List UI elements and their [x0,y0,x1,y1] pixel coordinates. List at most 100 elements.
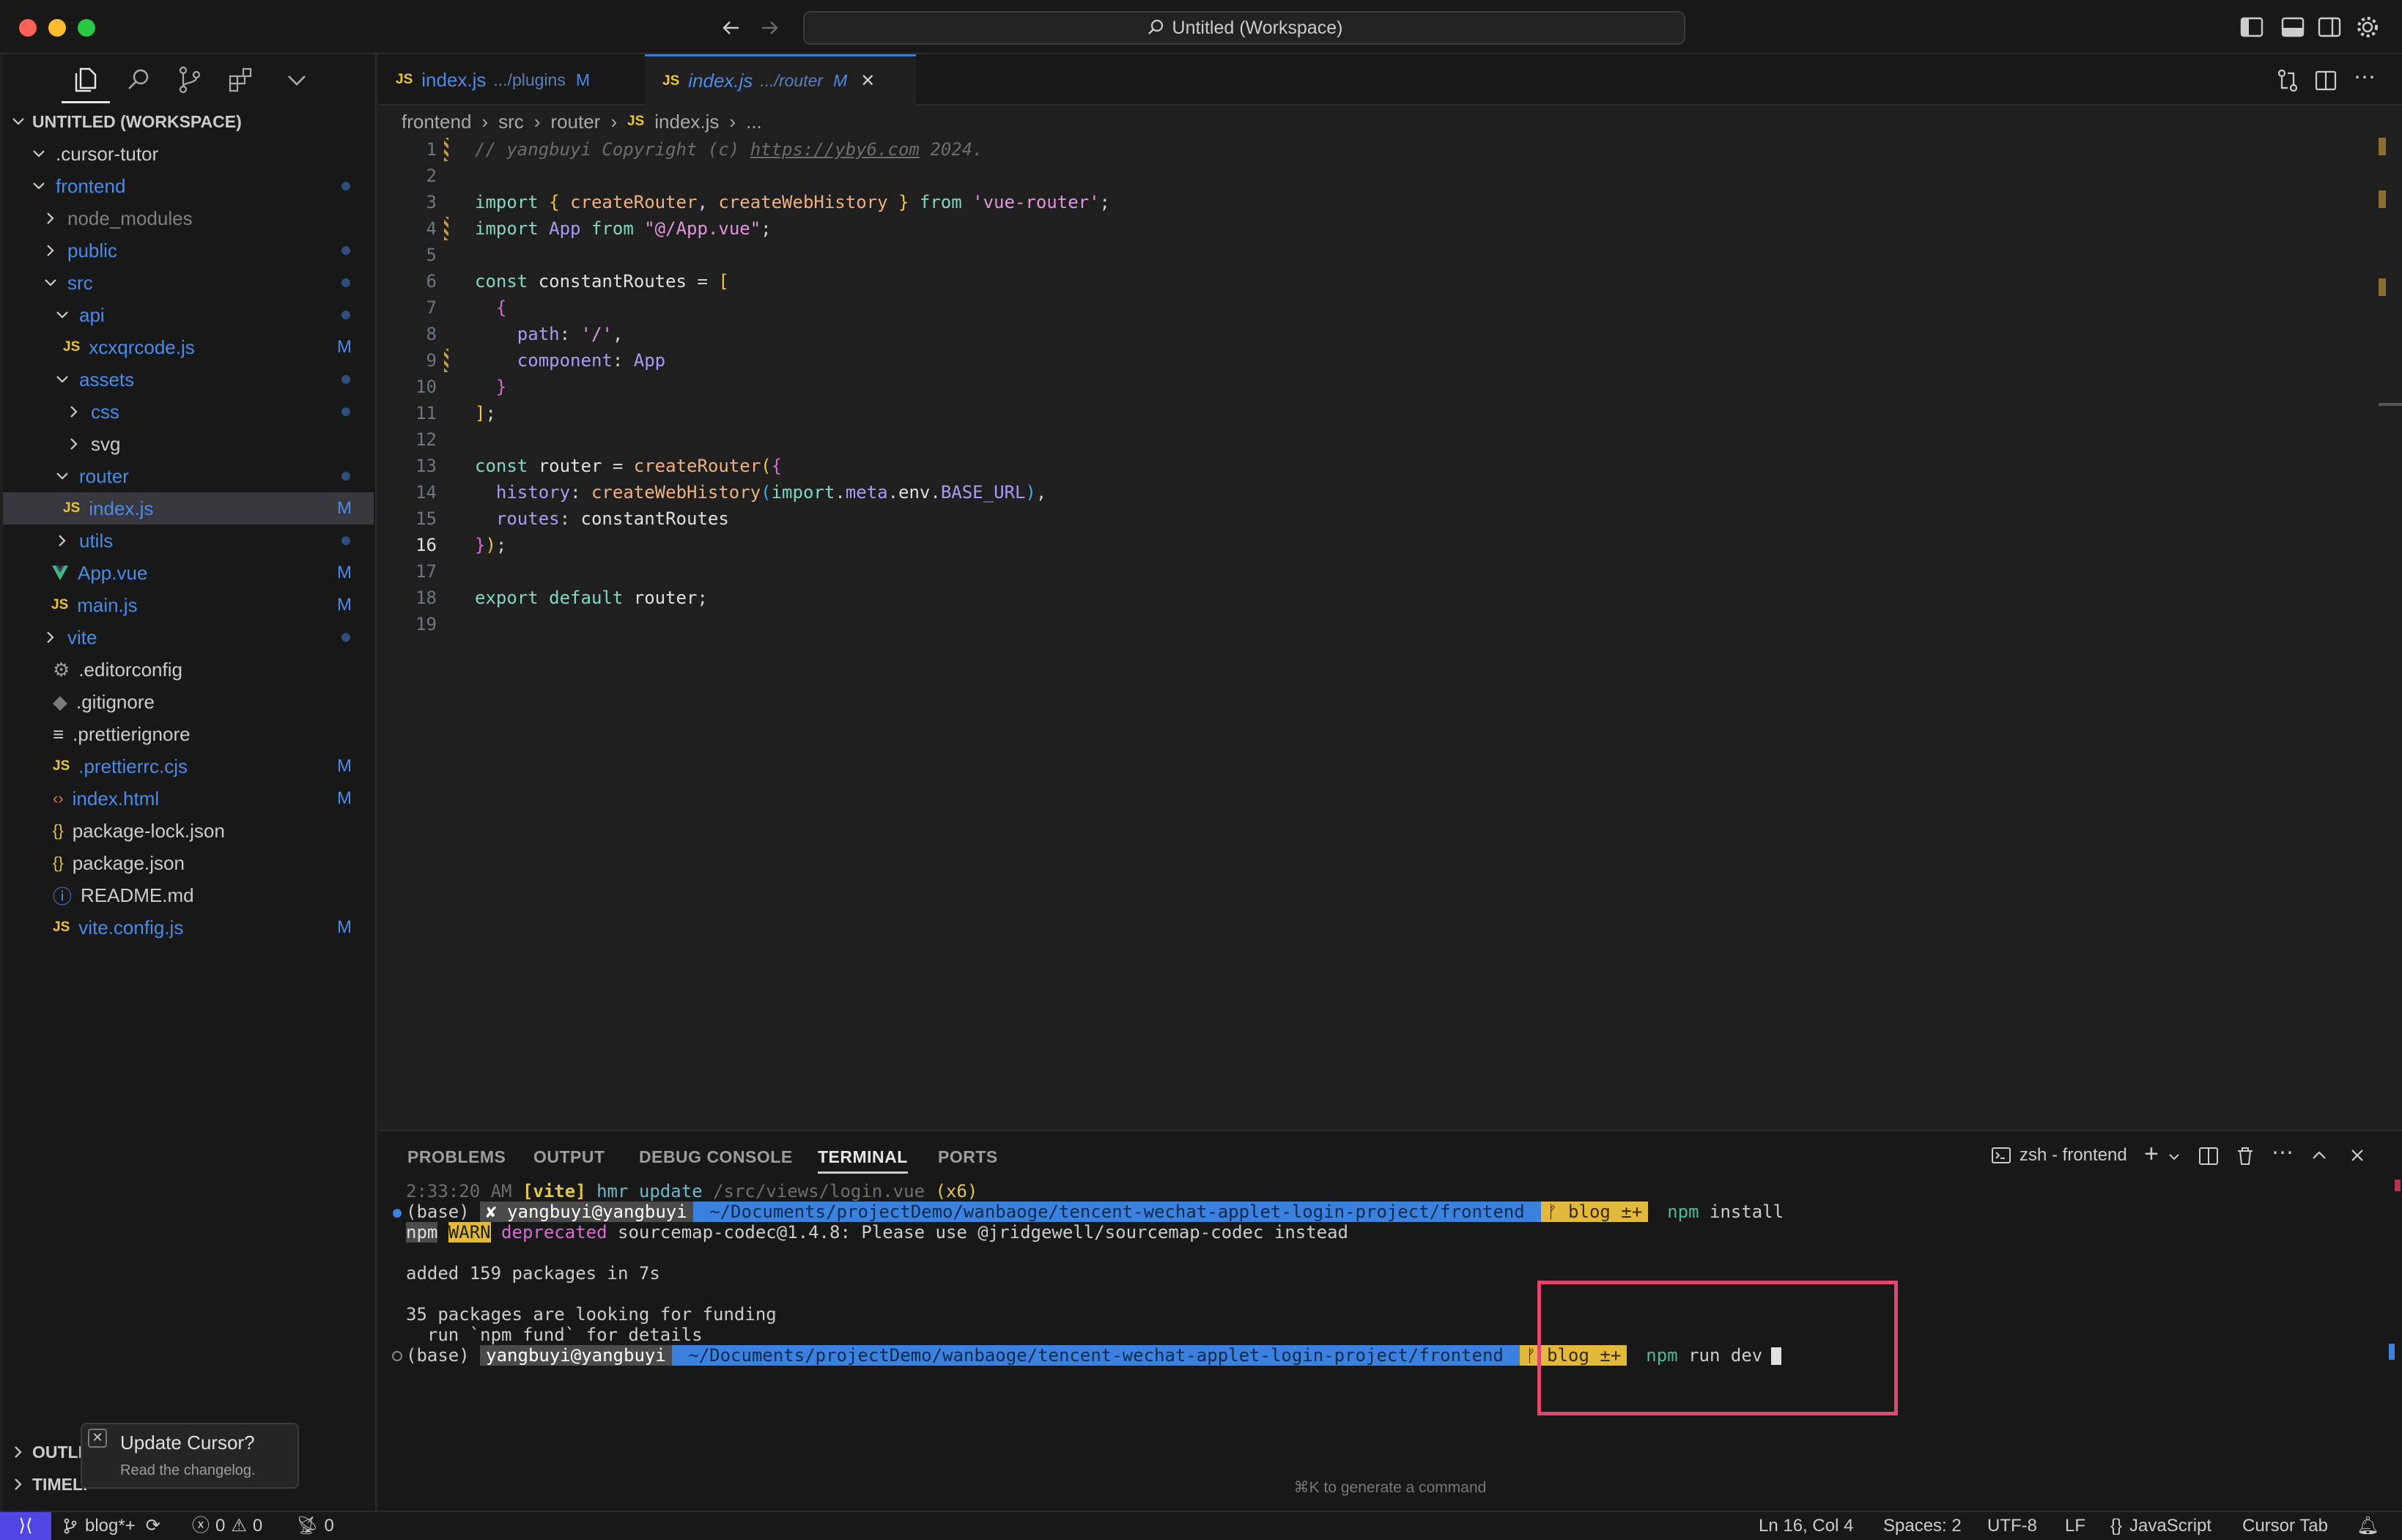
code-line[interactable]: 8 path: '/', [378,321,2357,347]
code-line[interactable]: 2 [378,163,2357,189]
trash-icon[interactable] [2233,1144,2257,1168]
tab-terminal[interactable]: TERMINAL [818,1147,908,1174]
tab-ports[interactable]: PORTS [938,1147,998,1167]
source-control-icon[interactable] [174,64,205,95]
tree-item[interactable]: ≡ .prettierignore [3,718,374,750]
sync-icon[interactable]: ⟳ [146,1512,160,1540]
branch-indicator[interactable]: blog*+ ⟳ [62,1512,160,1540]
code-line[interactable]: 4 import App from "@/App.vue"; [378,215,2357,242]
workspace-section-header[interactable]: UNTITLED (WORKSPACE) [3,105,374,138]
tree-item[interactable]: JS vite.config.js M [3,911,374,944]
toggle-secondary-sidebar-icon[interactable] [2316,13,2343,41]
update-notification[interactable]: ✕ Update Cursor? Read the changelog. [81,1423,299,1489]
tree-item[interactable]: router [3,460,374,492]
tree-item[interactable]: src [3,267,374,299]
more-actions-icon[interactable]: ⋯ [2272,1140,2294,1166]
problems-indicator[interactable]: ⓧ 0 ⚠ 0 [192,1512,262,1540]
tree-item[interactable]: css [3,396,374,428]
breadcrumb-item[interactable]: router [550,111,600,133]
breadcrumb-item[interactable]: ... [746,111,762,133]
close-tab-icon[interactable]: ✕ [860,70,875,92]
settings-gear-icon[interactable] [2354,13,2381,41]
tree-item[interactable]: JS xcxqrcode.js M [3,331,374,363]
cursor-tab-status[interactable]: Cursor Tab [2242,1512,2328,1540]
code-line[interactable]: 7 { [378,295,2357,321]
terminal-selector[interactable]: zsh - frontend [1990,1144,2127,1166]
cursor-position[interactable]: Ln 16, Col 4 [1759,1512,1853,1540]
tab-plugins-index-js[interactable]: JS index.js .../plugins M [378,54,645,105]
extensions-icon[interactable] [226,64,256,95]
code-line[interactable]: 19 [378,611,2357,637]
back-arrow-icon[interactable] [720,16,743,40]
new-terminal-icon[interactable]: + [2144,1140,2159,1169]
tab-router-index-js[interactable]: JS index.js .../router M ✕ [645,54,916,105]
close-window-button[interactable] [19,19,37,37]
toggle-primary-sidebar-icon[interactable] [2238,13,2266,41]
tree-item[interactable]: ‹› index.html M [3,782,374,815]
tree-item[interactable]: utils [3,525,374,557]
tree-item[interactable]: JS .prettierrc.cjs M [3,750,374,782]
command-center-search[interactable]: Untitled (Workspace) [803,11,1685,45]
tab-debug-console[interactable]: DEBUG CONSOLE [639,1147,793,1167]
code-line[interactable]: 14 history: createWebHistory(import.meta… [378,479,2357,506]
close-notification-icon[interactable]: ✕ [88,1429,107,1448]
code-line[interactable]: 10 } [378,374,2357,400]
tree-item[interactable]: ◆ .gitignore [3,686,374,718]
remote-indicator-icon[interactable]: ⟩⟨ [0,1512,51,1540]
tab-output[interactable]: OUTPUT [533,1147,605,1167]
tree-item[interactable]: {} package.json [3,847,374,879]
code-line[interactable]: 3 import { createRouter, createWebHistory… [378,189,2357,215]
chevron-down-icon[interactable] [2168,1150,2181,1163]
tree-item[interactable]: {} package-lock.json [3,815,374,847]
tree-item[interactable]: assets [3,363,374,396]
zoom-window-button[interactable] [78,19,95,37]
code-line[interactable]: 18 export default router; [378,585,2357,611]
compare-changes-icon[interactable] [2274,67,2301,94]
tree-item[interactable]: vite [3,621,374,654]
split-terminal-icon[interactable] [2197,1144,2220,1168]
close-panel-icon[interactable] [2348,1146,2367,1165]
code-line[interactable]: 11]; [378,400,2357,426]
tree-item[interactable]: JS index.js M [3,492,374,525]
tab-problems[interactable]: PROBLEMS [407,1147,506,1167]
search-icon[interactable] [123,64,154,95]
toggle-panel-icon[interactable] [2279,13,2307,41]
breadcrumb-item[interactable]: index.js [654,111,719,133]
tree-item[interactable]: App.vue M [3,557,374,589]
chevron-up-icon[interactable] [2310,1146,2329,1165]
ports-indicator[interactable]: 📡︎ 0 [296,1512,334,1540]
tree-item[interactable]: api [3,299,374,331]
more-actions-icon[interactable]: ⋯ [2354,64,2376,90]
code-line[interactable]: 9 component: App [378,347,2357,374]
code-line[interactable]: 13 const router = createRouter({ [378,453,2357,479]
notification-link[interactable]: Read the changelog. [120,1462,256,1479]
breadcrumb-item[interactable]: frontend [402,111,471,133]
tree-item[interactable]: frontend [3,170,374,202]
code-editor[interactable]: 1 // yangbuyi Copyright (c) https://yby6.… [378,136,2357,634]
tree-item[interactable]: ⓘ README.md [3,879,374,911]
code-line[interactable]: 6 const constantRoutes = [ [378,268,2357,295]
tree-item[interactable]: node_modules [3,202,374,234]
code-line[interactable]: 15 routes: constantRoutes [378,506,2357,532]
encoding[interactable]: UTF-8 [1987,1512,2037,1540]
line-ending[interactable]: LF [2065,1512,2085,1540]
chevron-down-icon[interactable] [281,64,312,95]
indentation[interactable]: Spaces: 2 [1883,1512,1962,1540]
tree-item[interactable]: ⚙ .editorconfig [3,654,374,686]
tree-item[interactable]: . cursor-tutor [3,138,374,170]
code-line[interactable]: 17 [378,558,2357,585]
code-line[interactable]: 12 [378,426,2357,453]
explorer-files-icon[interactable] [70,64,101,95]
forward-arrow-icon[interactable] [758,16,781,40]
tree-item[interactable]: JS main.js M [3,589,374,621]
tree-item[interactable]: public [3,234,374,267]
language-mode[interactable]: {} JavaScript [2110,1512,2211,1540]
minimize-window-button[interactable] [48,19,66,37]
code-line[interactable]: 5 [378,242,2357,268]
split-editor-icon[interactable] [2313,67,2339,94]
code-line[interactable]: 16}); [378,532,2357,558]
breadcrumb-item[interactable]: src [498,111,524,133]
code-line[interactable]: 1 // yangbuyi Copyright (c) https://yby6.… [378,136,2357,163]
notifications-bell-icon[interactable]: 🔔︎ [2357,1512,2379,1540]
tree-item[interactable]: svg [3,428,374,460]
